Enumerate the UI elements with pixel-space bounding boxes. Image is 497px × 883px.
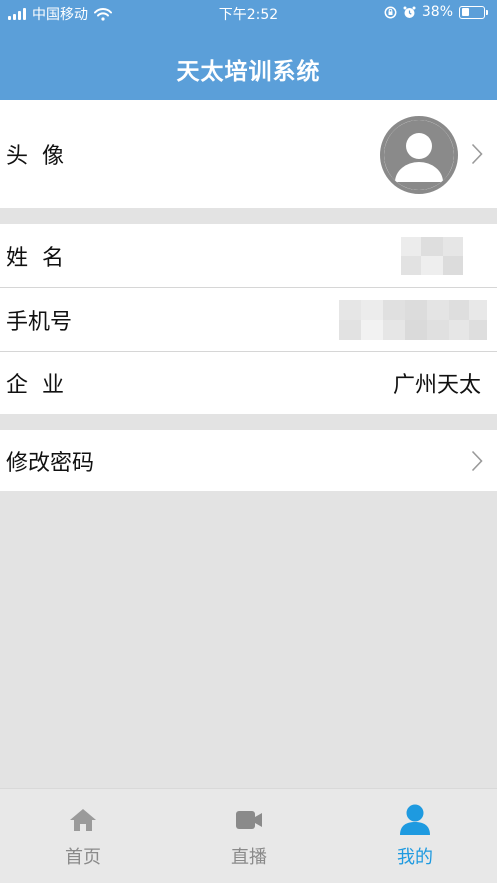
company-value: 广州天太 [392,373,481,398]
tab-home[interactable]: 首页 [0,789,166,883]
phone-row: 手机号 [0,288,497,351]
name-value-redacted [401,237,463,275]
home-icon [70,809,96,831]
alarm-icon [403,6,416,18]
video-camera-icon [236,811,262,829]
tab-live-label: 直播 [231,847,267,868]
chevron-right-icon [471,143,483,165]
phone-label: 手机号 [6,309,73,335]
orientation-lock-icon [384,6,397,18]
default-avatar-icon [384,120,454,190]
change-password-label: 修改密码 [6,450,95,476]
tab-live[interactable]: 直播 [166,789,332,883]
name-label: 姓 名 [6,245,64,271]
status-right: 38% [384,4,488,20]
name-row: 姓 名 [0,224,497,287]
battery-fill [461,8,470,16]
company-label: 企 业 [6,373,64,398]
page-title: 天太培训系统 [176,59,321,85]
tab-bar: 首页 直播 我的 [0,788,497,883]
avatar-label: 头 像 [6,144,64,169]
app-header: 中国移动 下午2:52 38% 天太培训系统 [0,0,497,100]
tab-home-label: 首页 [65,847,101,868]
tab-mine[interactable]: 我的 [332,789,497,883]
company-row: 企 业 广州天太 [0,352,497,414]
battery-percent: 38% [421,4,453,20]
phone-value-redacted [339,300,487,340]
tab-mine-label: 我的 [397,847,433,868]
user-icon [400,804,430,835]
battery-icon [459,5,488,19]
change-password-row[interactable]: 修改密码 [0,430,497,491]
avatar[interactable] [380,116,458,194]
status-bar: 中国移动 下午2:52 38% [0,0,497,26]
chevron-right-icon [471,450,483,471]
